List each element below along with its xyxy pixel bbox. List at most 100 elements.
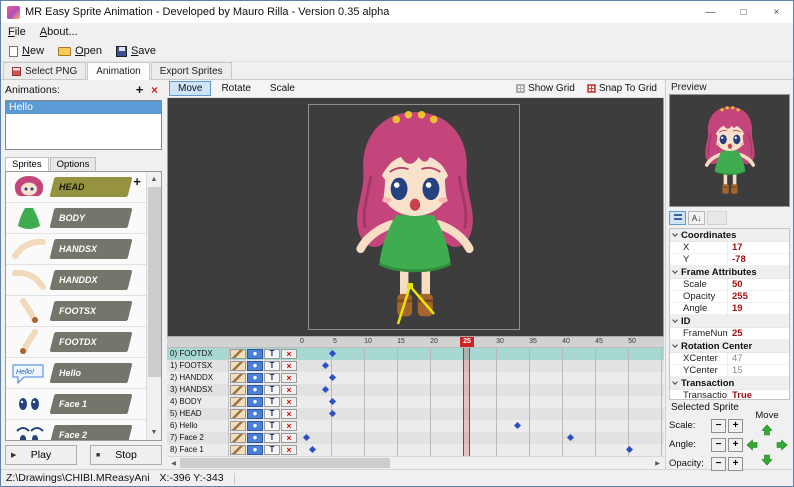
tool-move-button[interactable]: Move	[169, 81, 211, 96]
timeline-scroll-thumb[interactable]	[180, 458, 390, 468]
timeline-row-0-footdx[interactable]: 0) FOOTDXT×	[167, 348, 664, 360]
timeline-track[interactable]	[299, 432, 664, 444]
minimize-button[interactable]: —	[694, 1, 727, 23]
add-animation-button[interactable]: +	[132, 83, 147, 98]
row-delete-button[interactable]: ×	[281, 349, 297, 359]
sprite-row-body[interactable]: BODY	[6, 203, 146, 234]
sprite-scroll-track[interactable]	[147, 187, 162, 425]
tool-scale-button[interactable]: Scale	[261, 81, 304, 96]
opacity-plus-button[interactable]: +	[728, 457, 743, 471]
keyframe-marker[interactable]	[303, 434, 310, 441]
ruler-tick-35[interactable]: 35	[526, 337, 540, 347]
row-transform-button[interactable]: T	[264, 397, 280, 407]
timeline-row-6-hello[interactable]: 6) HelloT×	[167, 420, 664, 432]
property-scale[interactable]: Scale50	[670, 279, 789, 291]
tab-animation[interactable]: Animation	[87, 62, 149, 80]
row-edit-button[interactable]	[230, 445, 246, 455]
row-edit-button[interactable]	[230, 373, 246, 383]
property-framenumbe[interactable]: FrameNumbe25	[670, 328, 789, 340]
scroll-down-icon[interactable]: ▼	[147, 425, 162, 440]
scroll-up-icon[interactable]: ▲	[147, 172, 162, 187]
row-transform-button[interactable]: T	[264, 433, 280, 443]
ruler-tick-40[interactable]: 40	[559, 337, 573, 347]
row-delete-button[interactable]: ×	[281, 445, 297, 455]
categorized-view-button[interactable]	[669, 211, 686, 225]
timeline-scrollbar[interactable]: ◀ ▶	[167, 456, 664, 469]
scale-minus-button[interactable]: −	[711, 419, 726, 433]
scale-plus-button[interactable]: +	[728, 419, 743, 433]
move-up-button[interactable]	[760, 422, 775, 437]
selection-handles[interactable]	[394, 280, 438, 328]
ruler-tick-10[interactable]: 10	[361, 337, 375, 347]
property-category-frame-attributes[interactable]: Frame Attributes	[670, 266, 789, 279]
scroll-right-icon[interactable]: ▶	[651, 457, 664, 469]
property-opacity[interactable]: Opacity255	[670, 291, 789, 303]
row-visibility-button[interactable]	[247, 433, 263, 443]
keyframe-marker[interactable]	[309, 446, 316, 453]
row-visibility-button[interactable]	[247, 361, 263, 371]
property-x[interactable]: X17	[670, 242, 789, 254]
sprite-row-face-2[interactable]: Face 2	[6, 420, 146, 440]
row-transform-button[interactable]: T	[264, 385, 280, 395]
tab-select-png[interactable]: Select PNG	[3, 62, 86, 79]
property-y[interactable]: Y-78	[670, 254, 789, 266]
ruler-tick-0[interactable]: 0	[295, 337, 309, 347]
row-visibility-button[interactable]	[247, 349, 263, 359]
tab-export-sprites[interactable]: Export Sprites	[151, 62, 232, 79]
row-visibility-button[interactable]	[247, 385, 263, 395]
maximize-button[interactable]: □	[727, 1, 760, 23]
keyframe-marker[interactable]	[329, 350, 336, 357]
timeline-track[interactable]	[299, 348, 664, 360]
row-visibility-button[interactable]	[247, 421, 263, 431]
opacity-minus-button[interactable]: −	[711, 457, 726, 471]
menu-item-file[interactable]: File	[1, 26, 33, 38]
row-edit-button[interactable]	[230, 361, 246, 371]
animation-item-hello[interactable]: Hello	[6, 101, 161, 114]
property-transaction[interactable]: TransactionTrue	[670, 390, 789, 400]
keyframe-marker[interactable]	[322, 362, 329, 369]
sprite-row-footsx[interactable]: FOOTSX	[6, 296, 146, 327]
keyframe-marker[interactable]	[322, 386, 329, 393]
delete-animation-button[interactable]: ×	[147, 83, 162, 98]
row-edit-button[interactable]	[230, 385, 246, 395]
sprite-list-scrollbar[interactable]: ▲ ▼	[146, 172, 161, 440]
ruler-tick-15[interactable]: 15	[394, 337, 408, 347]
row-visibility-button[interactable]	[247, 445, 263, 455]
row-delete-button[interactable]: ×	[281, 361, 297, 371]
property-category-id[interactable]: ID	[670, 315, 789, 328]
timeline-ruler[interactable]: 05101520253035404550	[167, 337, 664, 348]
keyframe-marker[interactable]	[329, 374, 336, 381]
row-delete-button[interactable]: ×	[281, 421, 297, 431]
ruler-tick-5[interactable]: 5	[328, 337, 342, 347]
move-down-button[interactable]	[760, 452, 775, 467]
timeline-row-2-handdx[interactable]: 2) HANDDXT×	[167, 372, 664, 384]
snap-to-grid-button[interactable]: Snap To Grid	[582, 82, 662, 95]
menu-item-about[interactable]: About...	[33, 26, 85, 38]
property-category-transaction[interactable]: Transaction	[670, 377, 789, 390]
row-delete-button[interactable]: ×	[281, 385, 297, 395]
row-transform-button[interactable]: T	[264, 361, 280, 371]
sprite-row-face-1[interactable]: Face 1	[6, 389, 146, 420]
move-right-button[interactable]	[775, 437, 790, 452]
row-visibility-button[interactable]	[247, 409, 263, 419]
row-transform-button[interactable]: T	[264, 349, 280, 359]
row-delete-button[interactable]: ×	[281, 373, 297, 383]
tab-options[interactable]: Options	[50, 157, 97, 171]
sprite-scroll-thumb[interactable]	[148, 187, 161, 377]
row-transform-button[interactable]: T	[264, 445, 280, 455]
keyframe-marker[interactable]	[626, 446, 633, 453]
sprite-row-handdx[interactable]: HANDDX	[6, 265, 146, 296]
row-visibility-button[interactable]	[247, 397, 263, 407]
timeline-track[interactable]	[299, 360, 664, 372]
new-button[interactable]: New	[3, 44, 50, 58]
timeline-row-3-handsx[interactable]: 3) HANDSXT×	[167, 384, 664, 396]
keyframe-marker[interactable]	[329, 398, 336, 405]
alphabetical-sort-button[interactable]: A↓	[688, 211, 705, 225]
row-edit-button[interactable]	[230, 349, 246, 359]
row-transform-button[interactable]: T	[264, 421, 280, 431]
show-grid-button[interactable]: Show Grid	[511, 82, 580, 95]
timeline-track[interactable]	[299, 372, 664, 384]
scroll-left-icon[interactable]: ◀	[167, 457, 180, 469]
current-frame-marker[interactable]: 25	[460, 337, 474, 347]
timeline-track[interactable]	[299, 444, 664, 456]
